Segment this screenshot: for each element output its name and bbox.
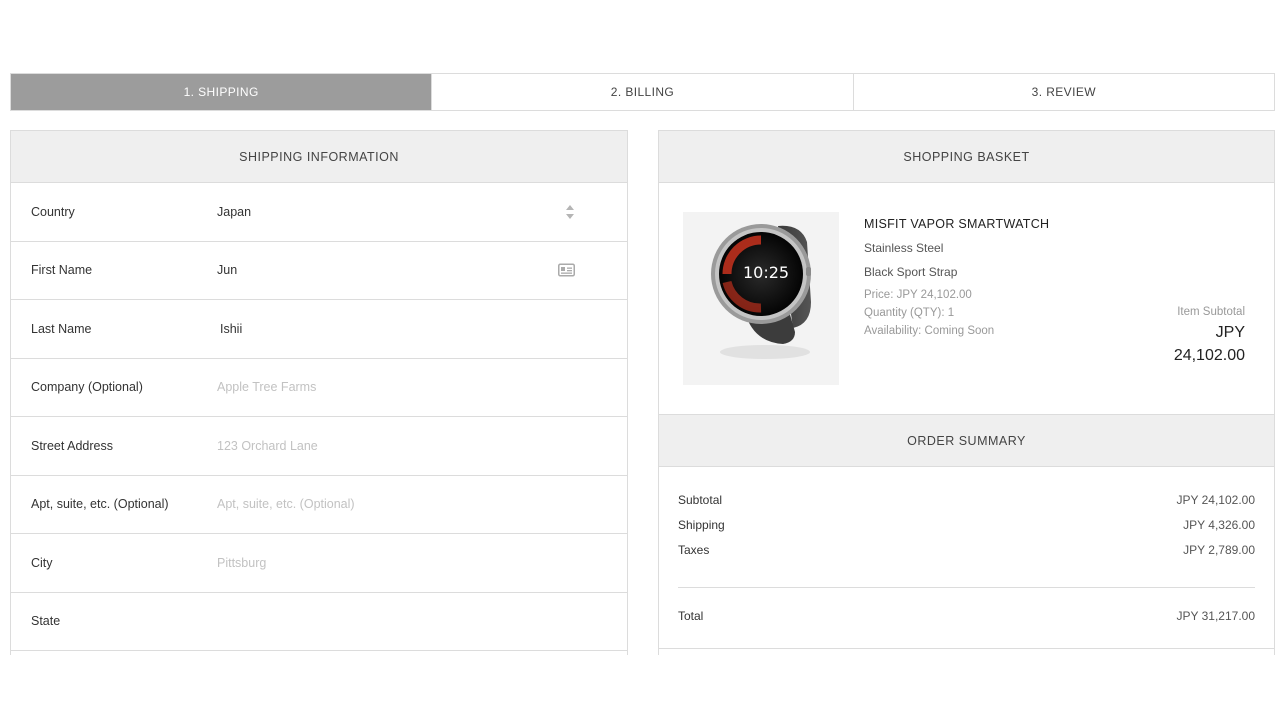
product-name[interactable]: MISFIT VAPOR SMARTWATCH	[864, 217, 1049, 231]
first-name-label: First Name	[31, 263, 93, 278]
summary-total-label: Total	[678, 608, 704, 623]
apt-field[interactable]	[217, 497, 627, 512]
basket-item: 10:25 MISFIT VAPOR SMARTWATCH Stainless …	[659, 183, 1274, 415]
street-address-row: Street Address	[11, 417, 627, 476]
apt-label: Apt, suite, etc. (Optional)	[31, 497, 169, 512]
shopping-basket-header: SHOPPING BASKET	[659, 131, 1274, 183]
summary-total-value: JPY 31,217.00	[1176, 608, 1255, 623]
product-quantity: Quantity (QTY): 1	[864, 307, 955, 319]
select-arrows-icon[interactable]	[565, 204, 575, 220]
company-field-wrap	[217, 380, 627, 395]
item-subtotal-label: Item Subtotal	[1177, 306, 1245, 318]
first-name-row: First Name	[11, 242, 627, 300]
last-name-label: Last Name	[31, 321, 92, 336]
summary-shipping-value: JPY 4,326.00	[1183, 517, 1255, 532]
state-row: State	[11, 593, 627, 651]
company-row: Company (Optional)	[11, 359, 627, 417]
order-summary-header: ORDER SUMMARY	[659, 415, 1274, 467]
country-label: Country	[31, 204, 75, 219]
summary-total-row: Total JPY 31,217.00	[678, 603, 1255, 628]
step-billing[interactable]: 2. BILLING	[432, 74, 854, 110]
shopping-basket-panel: SHOPPING BASKET 10:25 MISFIT VAPOR SMART…	[658, 130, 1275, 655]
state-field-wrap	[217, 614, 627, 629]
street-address-field[interactable]	[217, 438, 627, 453]
order-summary: Subtotal JPY 24,102.00 Shipping JPY 4,32…	[659, 467, 1274, 649]
summary-bottom-divider	[659, 648, 1274, 649]
summary-taxes-value: JPY 2,789.00	[1183, 542, 1255, 557]
product-image: 10:25	[683, 212, 839, 385]
step-shipping[interactable]: 1. SHIPPING	[11, 74, 433, 110]
city-row: City	[11, 534, 627, 593]
company-label: Company (Optional)	[31, 380, 143, 395]
city-field-wrap	[217, 555, 627, 570]
shipping-information-panel: SHIPPING INFORMATION Country Japan First…	[10, 130, 628, 655]
watch-face-time: 10:25	[743, 263, 789, 282]
summary-subtotal-value: JPY 24,102.00	[1176, 492, 1255, 507]
shipping-information-header: SHIPPING INFORMATION	[11, 131, 627, 183]
last-name-field-wrap	[217, 321, 627, 336]
last-name-field[interactable]	[217, 321, 627, 336]
state-field[interactable]	[217, 614, 627, 629]
summary-shipping-row: Shipping JPY 4,326.00	[678, 512, 1255, 537]
last-name-row: Last Name	[11, 300, 627, 359]
city-field[interactable]	[217, 555, 627, 570]
item-subtotal: Item Subtotal JPY 24,102.00	[1155, 306, 1245, 367]
checkout-stepper: 1. SHIPPING 2. BILLING 3. REVIEW	[10, 73, 1275, 111]
summary-taxes-label: Taxes	[678, 542, 710, 557]
apt-row: Apt, suite, etc. (Optional)	[11, 476, 627, 534]
item-subtotal-value: JPY 24,102.00	[1173, 324, 1245, 364]
summary-divider	[678, 587, 1255, 588]
country-row: Country Japan	[11, 183, 627, 242]
contact-card-icon[interactable]	[558, 263, 575, 277]
summary-subtotal-row: Subtotal JPY 24,102.00	[678, 487, 1255, 512]
product-material: Stainless Steel	[864, 241, 944, 255]
street-address-label: Street Address	[31, 438, 113, 453]
state-label: State	[31, 614, 61, 629]
product-info: MISFIT VAPOR SMARTWATCH Stainless Steel …	[864, 217, 1049, 343]
summary-taxes-row: Taxes JPY 2,789.00	[678, 537, 1255, 562]
company-field[interactable]	[217, 380, 627, 395]
city-label: City	[31, 555, 53, 570]
summary-subtotal-label: Subtotal	[678, 492, 723, 507]
apt-field-wrap	[217, 497, 627, 512]
step-review[interactable]: 3. REVIEW	[853, 74, 1274, 110]
product-strap: Black Sport Strap	[864, 265, 958, 279]
street-address-field-wrap	[217, 438, 627, 453]
product-availability: Availability: Coming Soon	[864, 325, 995, 337]
summary-shipping-label: Shipping	[678, 517, 725, 532]
product-price: Price: JPY 24,102.00	[864, 289, 972, 301]
